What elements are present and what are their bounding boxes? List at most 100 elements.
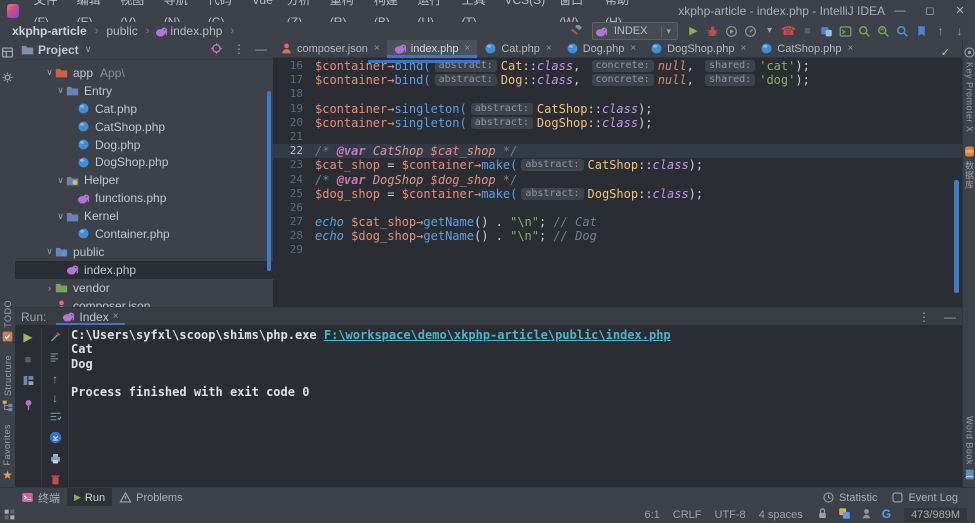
blueapp-button[interactable]	[817, 23, 836, 40]
breadcrumb-index.php[interactable]: index.php	[170, 24, 222, 38]
toolwindow-structure[interactable]: Structure	[1, 355, 14, 412]
chevron-down-icon[interactable]: ∨	[55, 211, 66, 222]
tree-item-public[interactable]: ∨public	[15, 243, 273, 261]
hide-panel-icon[interactable]: —	[944, 310, 956, 324]
console-clear-button[interactable]	[49, 330, 62, 346]
run-console[interactable]: C:\Users\syfxl\scoop\shims\php.exe F:\wo…	[71, 328, 952, 399]
tree-item-Container.php[interactable]: Container.php	[15, 225, 273, 243]
caret-button[interactable]: ▾	[760, 23, 779, 40]
hide-panel-icon[interactable]: —	[255, 42, 267, 58]
tab-CatShop.php[interactable]: CatShop.php×	[753, 40, 860, 57]
statusbar-statistic[interactable]: Statistic	[815, 491, 885, 504]
tree-scrollbar[interactable]	[267, 91, 271, 271]
chevron-down-icon[interactable]: ▾	[661, 26, 675, 37]
chevron-down-icon[interactable]: ∨	[55, 175, 66, 186]
console-arrow-up-button[interactable]: ↑	[52, 372, 58, 386]
inspections-ok-icon[interactable]: ✓	[941, 46, 950, 59]
tree-item-CatShop.php[interactable]: CatShop.php	[15, 118, 273, 136]
play-button[interactable]: ▶	[684, 23, 703, 40]
toolwindow-todo[interactable]: TODO	[1, 300, 14, 344]
tab-Cat.php[interactable]: Cat.php×	[477, 40, 558, 57]
coverage-button[interactable]	[722, 23, 741, 40]
run-tab-index[interactable]: Index ×	[56, 308, 124, 325]
hammer-button[interactable]	[567, 23, 586, 40]
tree-item-DogShop.php[interactable]: DogShop.php	[15, 153, 273, 171]
chevron-down-icon[interactable]: ∨	[44, 67, 55, 78]
tab-composer.json[interactable]: composer.json×	[273, 40, 387, 57]
tree-item-Dog.php[interactable]: Dog.php	[15, 136, 273, 154]
console-listf-button[interactable]	[49, 351, 62, 367]
console-arrow-down-button[interactable]: ↓	[52, 391, 58, 405]
terminal-green-button[interactable]	[836, 23, 855, 40]
status-glogo-button[interactable]: G	[882, 508, 891, 521]
search-green-button[interactable]	[855, 23, 874, 40]
tree-item-Kernel[interactable]: ∨Kernel	[15, 207, 273, 225]
bug-button[interactable]	[703, 23, 722, 40]
tree-item-composer.json[interactable]: composer.json	[15, 297, 273, 307]
console-layout-button[interactable]	[22, 374, 35, 390]
memory-indicator[interactable]: 473/989M	[904, 508, 967, 522]
bookmark-button[interactable]	[912, 23, 931, 40]
toolwindow-button-Problems[interactable]: Problems	[112, 488, 189, 507]
toolwindow-数据库[interactable]: 数据库	[963, 145, 975, 190]
console-play-olive-button[interactable]: ▶	[23, 330, 32, 344]
file-encoding[interactable]: UTF-8	[715, 509, 746, 521]
run-config-selector[interactable]: INDEX▾	[592, 22, 678, 40]
code-area[interactable]: 16$container→bind(abstract:Cat::class, c…	[273, 58, 962, 258]
toolwindow-Key Promoter X[interactable]: Key Promoter X	[963, 46, 975, 133]
toolwindow-switcher-icon[interactable]	[3, 508, 16, 521]
toolwindow-Word Book[interactable]: Word Book	[963, 416, 975, 481]
close-icon[interactable]: ×	[465, 43, 471, 54]
close-icon[interactable]: ×	[374, 43, 380, 54]
indent-setting[interactable]: 4 spaces	[759, 509, 803, 521]
arrow-up-button[interactable]: ↑	[931, 23, 950, 40]
search-blue-button[interactable]	[893, 23, 912, 40]
chevron-down-icon[interactable]: ∨	[55, 85, 66, 96]
editor-area[interactable]: composer.json×index.php×Cat.php×Dog.php×…	[273, 40, 962, 307]
locate-file-icon[interactable]	[210, 42, 223, 58]
minimize-button[interactable]: —	[885, 0, 915, 22]
close-icon[interactable]: ×	[546, 43, 552, 54]
tab-DogShop.php[interactable]: DogShop.php×	[643, 40, 753, 57]
close-icon[interactable]: ×	[848, 43, 854, 54]
maximize-button[interactable]: ◻	[915, 0, 945, 22]
breadcrumb-xkphp-article[interactable]: xkphp-article	[12, 24, 87, 38]
project-panel-header[interactable]: Project ∨ ⋮ —	[15, 40, 273, 60]
tab-index.php[interactable]: index.php×	[387, 40, 478, 57]
tree-item-app[interactable]: ∨appApp\	[15, 64, 273, 82]
tree-item-Helper[interactable]: ∨Helper	[15, 171, 273, 189]
chevron-down-icon[interactable]: ∨	[44, 246, 55, 257]
stop-button[interactable]: ■	[798, 23, 817, 40]
editor-scrollbar[interactable]	[954, 180, 959, 293]
close-icon[interactable]: ×	[630, 43, 636, 54]
toolwindow-button-终端[interactable]: 终端	[14, 488, 67, 507]
close-icon[interactable]: ×	[740, 43, 746, 54]
chevron-right-icon[interactable]: ›	[44, 283, 55, 293]
phone-button[interactable]: ☎	[779, 23, 798, 40]
profiler-button[interactable]	[741, 23, 760, 40]
status-hector-button[interactable]	[860, 507, 873, 523]
caret-position[interactable]: 6:1	[644, 509, 659, 521]
more-options-icon[interactable]: ⋮	[918, 310, 930, 324]
console-file-link[interactable]: F:\workspace\demo\xkphp-article\public\i…	[324, 328, 671, 342]
breadcrumb-public[interactable]: public	[106, 24, 137, 38]
more-options-icon[interactable]: ⋮	[233, 42, 245, 58]
tab-Dog.php[interactable]: Dog.php×	[559, 40, 643, 57]
statusbar-event-log[interactable]: Event Log	[884, 491, 965, 504]
toolwindow-button-Run[interactable]: ▶Run	[67, 488, 112, 507]
tree-item-Entry[interactable]: ∨Entry	[15, 82, 273, 100]
console-stop-button[interactable]: ■	[25, 352, 32, 366]
status-translate-button[interactable]	[838, 507, 851, 523]
tree-item-vendor[interactable]: ›vendor	[15, 279, 273, 297]
close-button[interactable]: ✕	[945, 0, 975, 22]
toolbar-gear[interactable]	[1, 71, 14, 84]
console-pin-button[interactable]	[22, 398, 35, 414]
tree-item-index.php[interactable]: index.php	[15, 261, 273, 279]
status-lock-button[interactable]	[816, 507, 829, 523]
tree-item-functions.php[interactable]: functions.php	[15, 189, 273, 207]
toolbar-project[interactable]	[1, 46, 14, 59]
console-scrollend-button[interactable]	[49, 431, 62, 447]
toolwindow-favorites[interactable]: Favorites★	[2, 424, 13, 481]
console-printer-button[interactable]	[49, 452, 62, 468]
close-icon[interactable]: ×	[113, 311, 119, 322]
